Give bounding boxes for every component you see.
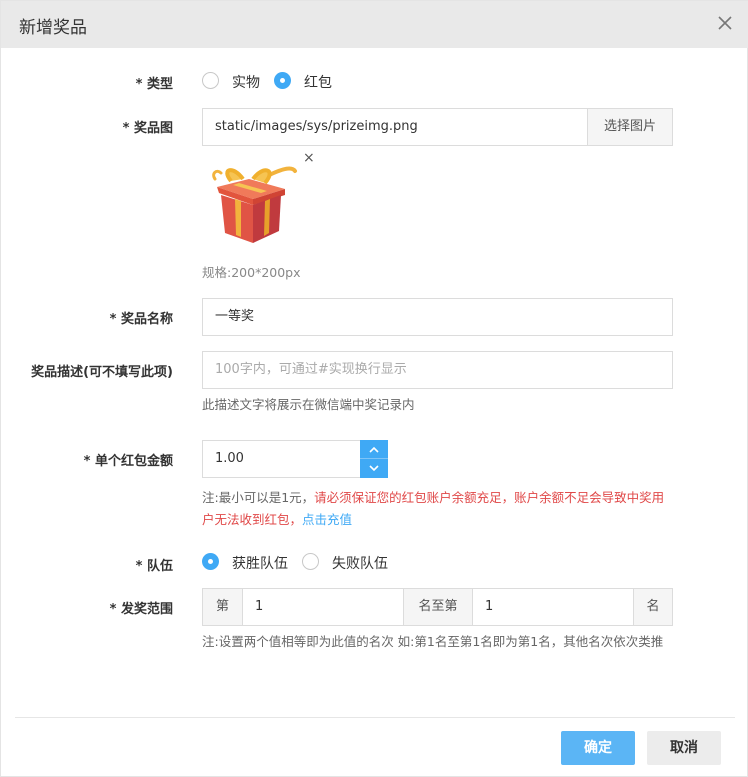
team-option-loser-label: 失败队伍 [332, 556, 388, 572]
description-hint: 此描述文字将展示在微信端中奖记录内 [202, 397, 415, 412]
footer-divider [15, 717, 735, 718]
amount-stepper[interactable] [360, 440, 388, 478]
description-input[interactable]: 100字内，可通过#实现换行显示 [202, 351, 673, 389]
team-radio-loser[interactable] [302, 553, 319, 570]
team-label: * 队伍 [135, 559, 173, 574]
range-prefix: 第 [202, 588, 243, 626]
increment-icon[interactable] [360, 440, 388, 459]
amount-hint-prefix: 注:最小可以是1元， [202, 490, 315, 505]
dialog-header: 新增奖品 [1, 1, 748, 48]
close-icon[interactable] [715, 13, 735, 33]
type-radio-physical[interactable] [202, 72, 219, 89]
amount-hint: 注:最小可以是1元，请必须保证您的红包账户余额充足，账户余额不足会导致中奖用户无… [202, 487, 674, 531]
choose-image-button[interactable]: 选择图片 [587, 108, 673, 146]
add-prize-dialog: 新增奖品 * 类型 实物 红包 * 奖品图 static/images/sys/… [0, 0, 748, 777]
team-radio-winner[interactable] [202, 553, 219, 570]
type-option-redpacket-label: 红包 [304, 75, 332, 91]
name-label: * 奖品名称 [109, 312, 173, 327]
amount-input[interactable]: 1.00 [202, 440, 361, 478]
range-to-input[interactable]: 1 [472, 588, 634, 626]
range-from-input[interactable]: 1 [242, 588, 404, 626]
image-path-field[interactable]: static/images/sys/prizeimg.png [202, 108, 588, 146]
type-radio-redpacket[interactable] [274, 72, 291, 89]
image-spec-hint: 规格:200*200px [202, 265, 301, 280]
dialog-title: 新增奖品 [19, 18, 87, 38]
cancel-button[interactable]: 取消 [647, 731, 721, 765]
decrement-icon[interactable] [360, 459, 388, 478]
confirm-button[interactable]: 确定 [561, 731, 635, 765]
amount-label: * 单个红包金额 [83, 454, 173, 469]
remove-image-icon[interactable]: × [303, 150, 315, 166]
description-label: 奖品描述(可不填写此项) [31, 365, 173, 380]
range-hint: 注:设置两个值相等即为此值的名次 如:第1名至第1名即为第1名，其他名次依次类推 [202, 634, 664, 649]
range-label: * 发奖范围 [109, 602, 173, 617]
type-option-physical-label: 实物 [232, 75, 260, 91]
prize-name-input[interactable]: 一等奖 [202, 298, 673, 336]
type-label: * 类型 [135, 77, 173, 92]
recharge-link[interactable]: 点击充值 [302, 512, 352, 527]
gift-box-icon [207, 161, 299, 245]
image-label: * 奖品图 [122, 121, 173, 136]
team-option-winner-label: 获胜队伍 [232, 556, 288, 572]
range-suffix: 名 [633, 588, 673, 626]
range-middle: 名至第 [403, 588, 473, 626]
